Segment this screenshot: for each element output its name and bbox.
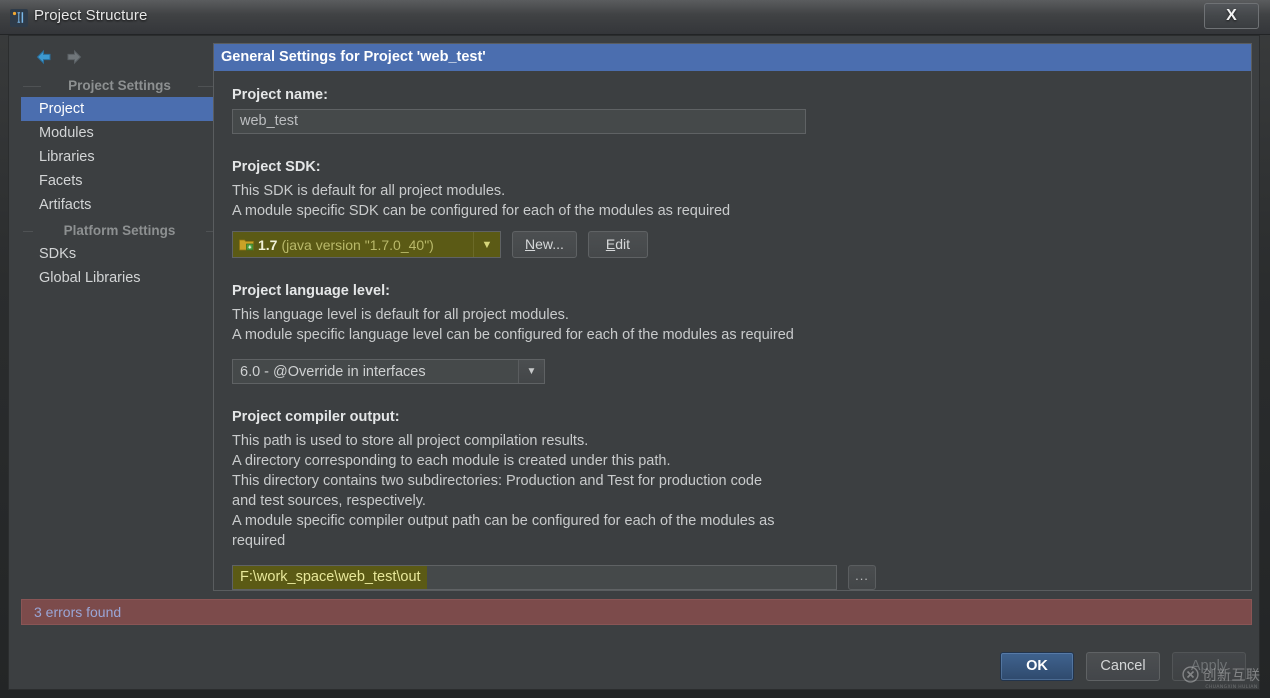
watermark-mark-icon [1181,666,1199,688]
edit-button-rest: dit [615,236,630,252]
compiler-output-path-value: F:\work_space\web_test\out [233,566,427,589]
project-sdk-combobox[interactable]: 1.7 (java version "1.7.0_40") ▼ [232,231,501,258]
compiler-output-path-input[interactable]: F:\work_space\web_test\out [232,565,837,590]
window-title-bar: Project Structure X [0,0,1270,35]
watermark-text: 创新互联 [1202,667,1261,684]
language-level-selected-value: 6.0 - @Override in interfaces [240,363,426,380]
sidebar-item-artifacts[interactable]: Artifacts [21,193,218,217]
project-sdk-version: (java version "1.7.0_40") [281,236,434,253]
compiler-output-row: F:\work_space\web_test\out ... [232,565,1251,590]
project-structure-dialog: Project Settings Project Modules Librari… [8,35,1260,690]
browse-button[interactable]: ... [848,565,876,590]
title-bar-sheen [0,0,1270,14]
compiler-output-description-line-4: and test sources, respectively. [232,493,426,509]
project-sdk-row: 1.7 (java version "1.7.0_40") ▼ New... E… [232,231,1251,258]
error-count-text: 3 errors found [34,604,122,620]
navigation-arrows [33,46,89,70]
language-level-combobox[interactable]: 6.0 - @Override in interfaces ▼ [232,359,545,384]
panel-title: General Settings for Project 'web_test' [214,44,1251,71]
compiler-output-description-line-6: required [232,533,286,549]
panel-body: Project name: web_test Project SDK: This… [214,71,1251,590]
watermark-subtext: CHUANGXIN HULIAN [1205,684,1258,690]
language-level-description-line-1: This language level is default for all p… [232,307,569,323]
compiler-output-description-line-2: A directory corresponding to each module… [232,453,671,469]
arrow-left-icon[interactable] [33,46,55,68]
language-level-label: Project language level: [232,283,390,299]
sidebar-item-sdks[interactable]: SDKs [21,242,218,266]
sidebar: Project Settings Project Modules Librari… [21,42,219,591]
cancel-button[interactable]: Cancel [1086,651,1160,681]
language-level-description-line-2: A module specific language level can be … [232,327,794,343]
project-sdk-label: Project SDK: [232,159,321,175]
new-button-rest: ew... [535,236,564,252]
project-sdk-selected-value: 1.7 (java version "1.7.0_40") [233,232,473,257]
project-sdk-name: 1.7 [258,236,278,253]
error-status-bar: 3 errors found [21,599,1252,625]
chevron-down-icon[interactable]: ▼ [473,232,500,257]
general-settings-panel: General Settings for Project 'web_test' … [213,43,1252,591]
project-name-section: Project name: web_test [232,87,1251,134]
sidebar-item-facets[interactable]: Facets [21,169,218,193]
sidebar-item-libraries[interactable]: Libraries [21,145,218,169]
group-header-project-settings: Project Settings [21,75,218,97]
desktop-background: Project Structure X Project Settings Pro… [0,0,1270,698]
intellij-idea-icon [10,9,28,27]
compiler-output-description-line-5: A module specific compiler output path c… [232,513,775,529]
project-name-input[interactable]: web_test [232,109,806,134]
arrow-right-icon [63,46,85,68]
chevron-down-icon[interactable]: ▼ [518,360,544,383]
sidebar-item-modules[interactable]: Modules [21,121,218,145]
project-sdk-section: Project SDK: This SDK is default for all… [232,159,1251,258]
group-header-platform-settings: Platform Settings [21,220,218,242]
project-sdk-description-line-2: A module specific SDK can be configured … [232,203,731,219]
sidebar-item-project[interactable]: Project [21,97,218,121]
edit-button-mnemonic: E [605,236,616,252]
project-sdk-description-line-1: This SDK is default for all project modu… [232,183,506,199]
close-button[interactable]: X [1204,3,1259,29]
compiler-output-section: Project compiler output: This path is us… [232,409,1251,590]
new-sdk-button[interactable]: New... [512,231,577,258]
window-title: Project Structure [34,7,148,24]
settings-tree: Project Settings Project Modules Librari… [21,72,219,591]
edit-sdk-button[interactable]: Edit [587,231,648,258]
language-level-section: Project language level: This language le… [232,283,1251,384]
sidebar-item-global-libraries[interactable]: Global Libraries [21,266,218,290]
project-name-label: Project name: [232,87,328,103]
folder-jdk-icon [239,238,254,251]
ok-button[interactable]: OK [1000,651,1074,681]
watermark-logo: 创新互联 CHUANGXIN HULIAN [1175,658,1267,696]
compiler-output-description-line-1: This path is used to store all project c… [232,433,589,449]
compiler-output-label: Project compiler output: [232,409,400,425]
new-button-mnemonic: N [525,236,536,252]
compiler-output-description-line-3: This directory contains two subdirectori… [232,473,763,489]
